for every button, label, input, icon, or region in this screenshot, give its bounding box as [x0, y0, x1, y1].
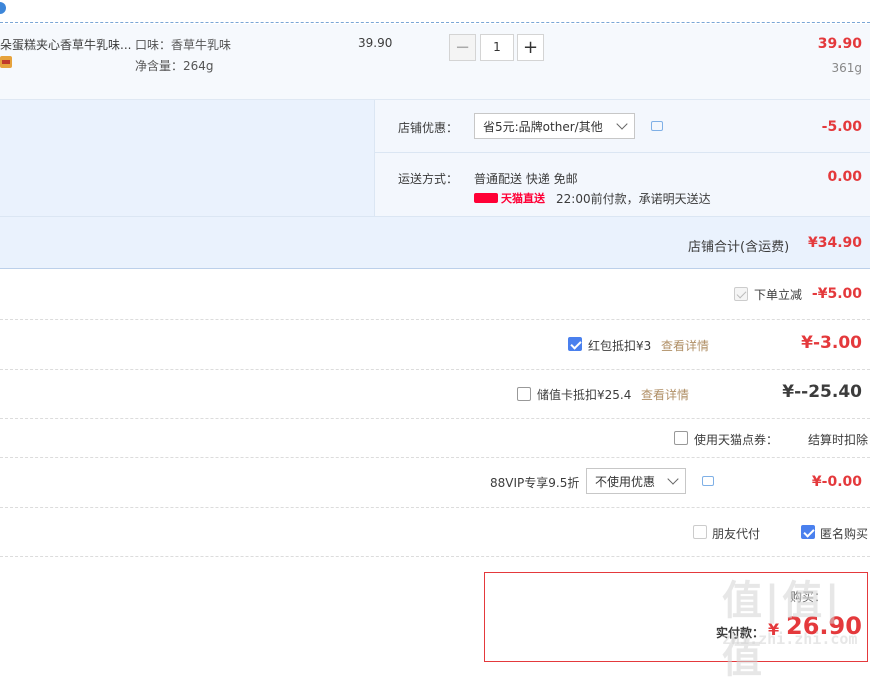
item-net-weight: 净含量：264g [135, 59, 214, 73]
tmall-direct-label: 天猫直送 [501, 192, 545, 205]
shipping-method: 普通配送 快递 免邮 [474, 172, 578, 186]
tmall-badge-icon [0, 56, 12, 68]
stored-card-checkbox[interactable] [517, 387, 531, 401]
quantity-increase-button[interactable]: + [517, 34, 544, 61]
red-packet-label: 红包抵扣¥3 [588, 339, 652, 353]
stored-card-details-link[interactable]: 查看详情 [641, 386, 689, 403]
shop-discount-amount: -5.00 [821, 119, 862, 135]
divider [0, 457, 870, 458]
shipping-amount: 0.00 [827, 169, 862, 185]
chat-icon[interactable] [651, 121, 663, 131]
divider [0, 22, 870, 23]
vip-selected: 不使用优惠 [595, 474, 656, 489]
divider [0, 216, 870, 217]
divider [0, 507, 870, 508]
order-discount-label: 下单立减 [754, 288, 803, 302]
stored-card-label: 储值卡抵扣¥25.4 [537, 388, 632, 402]
tmall-points-label: 使用天猫点券： [694, 433, 779, 447]
vip-label: 88VIP专享9.5折 [490, 476, 580, 490]
shop-total-label: 店铺合计(含运费) [688, 240, 790, 255]
divider [0, 556, 870, 557]
vip-select[interactable]: 不使用优惠 [586, 468, 686, 494]
tmall-points-checkbox[interactable] [674, 431, 688, 445]
item-flavor: 口味：香草牛乳味 [135, 38, 232, 52]
red-packet-amount: ¥-3.00 [801, 333, 862, 353]
shipping-note: 22:00前付款，承诺明天送达 [556, 192, 711, 206]
friend-pay-label: 朋友代付 [712, 527, 761, 541]
item-title[interactable]: 朵蛋糕夹心香草牛乳味... [0, 36, 131, 53]
watermark-logo: 值|值|值 [722, 578, 844, 682]
item-subtotal: 39.90 [817, 36, 862, 52]
friend-pay-checkbox[interactable] [693, 525, 707, 539]
quantity-decrease-button[interactable]: − [449, 34, 476, 61]
info-icon [0, 2, 6, 14]
item-unit-price: 39.90 [358, 36, 393, 50]
order-discount-checkbox [734, 287, 748, 301]
watermark-site: zhi.zhi.zhi.com [722, 630, 858, 648]
divider [0, 319, 870, 320]
anonymous-label: 匿名购买 [820, 527, 869, 541]
shipping-label: 运送方式： [398, 172, 459, 186]
stored-card-amount: ¥--25.40 [782, 382, 862, 402]
red-packet-checkbox[interactable] [568, 337, 582, 351]
tmall-points-note: 结算时扣除 [808, 433, 869, 447]
red-packet-details-link[interactable]: 查看详情 [661, 337, 709, 354]
divider [0, 369, 870, 370]
chat-icon[interactable] [702, 476, 714, 486]
chevron-down-icon [616, 118, 628, 130]
vip-amount: ¥-0.00 [811, 474, 862, 490]
shop-total-amount: ¥34.90 [807, 235, 862, 251]
shop-discount-selected: 省5元:品牌other/其他 [483, 119, 603, 134]
tmall-direct-badge: 天猫直送 [474, 190, 545, 206]
shop-discount-label: 店铺优惠： [398, 121, 459, 135]
tmall-cat-icon [474, 193, 498, 203]
item-weight: 361g [831, 61, 862, 75]
divider [0, 418, 870, 419]
shop-discount-select[interactable]: 省5元:品牌other/其他 [474, 113, 635, 139]
anonymous-checkbox[interactable] [801, 525, 815, 539]
chevron-down-icon [667, 473, 679, 485]
order-discount-amount: -¥5.00 [811, 286, 862, 302]
divider [374, 152, 870, 153]
quantity-input[interactable]: 1 [480, 34, 514, 61]
